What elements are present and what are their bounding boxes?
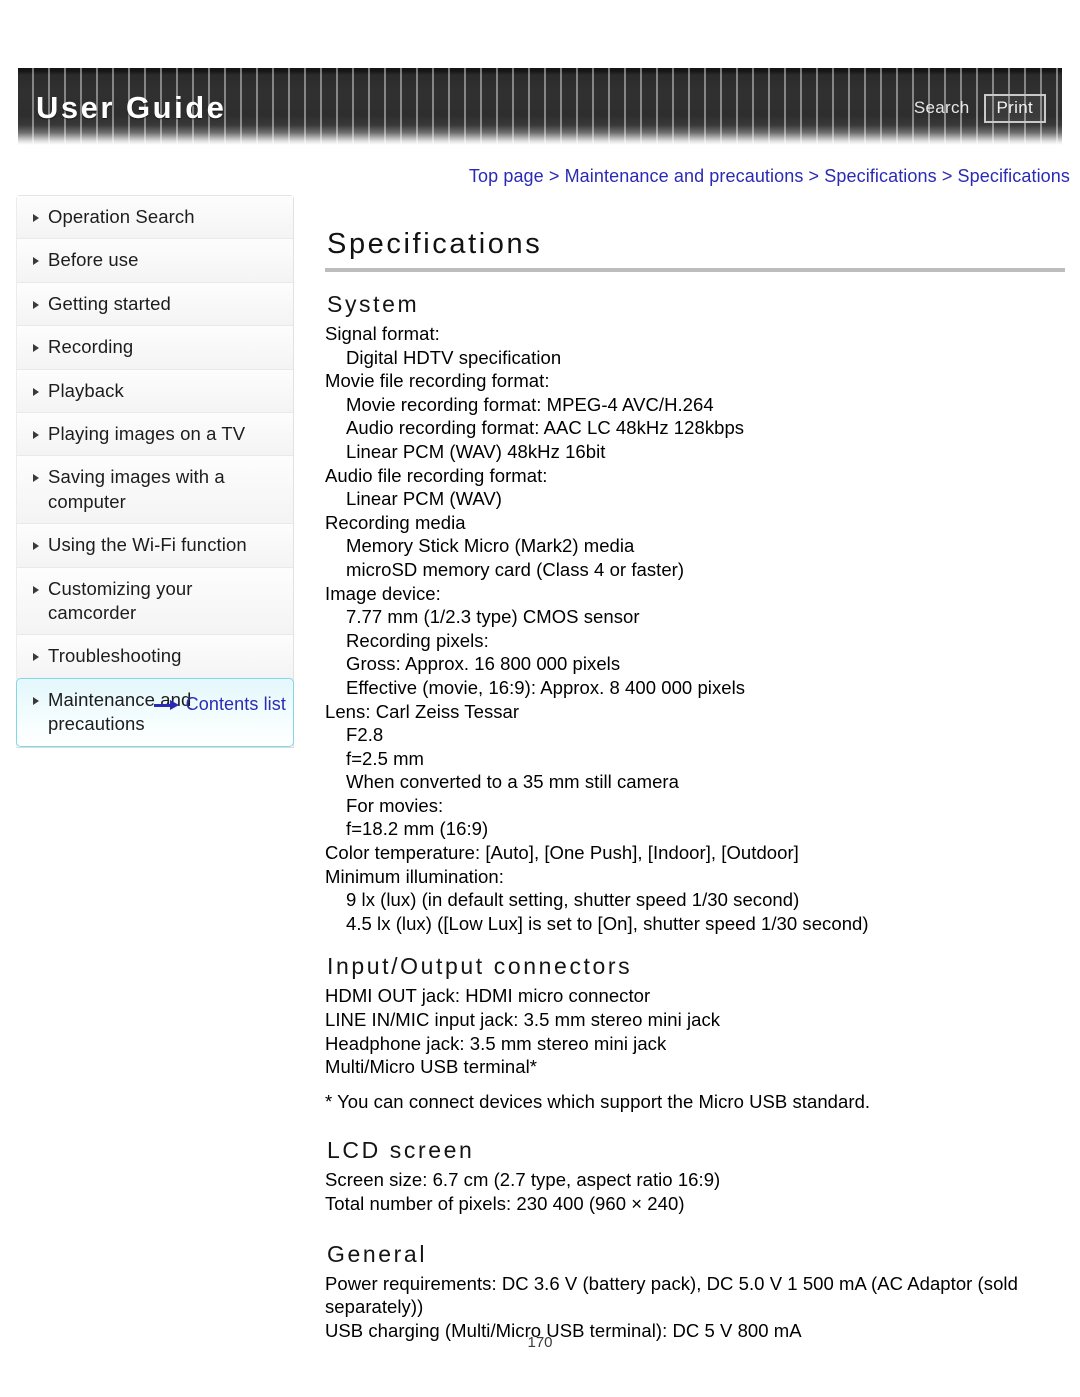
sidebar-item-playing-images-on-a-tv[interactable]: Playing images on a TV bbox=[17, 413, 293, 457]
spec-line: Power requirements: DC 3.6 V (battery pa… bbox=[325, 1272, 1018, 1318]
spec-section: System Signal format: Digital HDTV specifi… bbox=[325, 291, 1067, 935]
spec-line: Signal format: bbox=[325, 323, 440, 344]
spec-line: Multi/Micro USB terminal* bbox=[325, 1056, 537, 1078]
breadcrumb[interactable]: Top page > Maintenance and precautions >… bbox=[325, 166, 1070, 187]
spec-line: 7.77 mm (1/2.3 type) CMOS sensor bbox=[346, 606, 640, 628]
contents-list-row: Contents list bbox=[16, 694, 294, 715]
sidebar-item-label: Playing images on a TV bbox=[48, 423, 246, 445]
sidebar-item-label: Recording bbox=[48, 336, 134, 358]
spec-line: Memory Stick Micro (Mark2) media bbox=[346, 535, 635, 557]
sidebar-item-label: Customizing your camcorder bbox=[48, 577, 193, 624]
spec-line: Audio file recording format: bbox=[325, 464, 548, 486]
spec-line: Recording pixels: bbox=[346, 629, 489, 651]
spec-line: microSD memory card (Class 4 or faster) bbox=[346, 558, 685, 580]
section-heading: Input/Output connectors bbox=[327, 953, 633, 980]
spec-line: For movies: bbox=[346, 794, 444, 816]
header-actions: Search Print bbox=[914, 94, 1046, 123]
triangle-bullet-icon bbox=[33, 300, 39, 309]
triangle-bullet-icon bbox=[33, 653, 39, 662]
spec-line: Recording media bbox=[325, 511, 466, 533]
section-heading: LCD screen bbox=[327, 1137, 475, 1164]
sidebar-item-recording[interactable]: Recording bbox=[17, 326, 293, 370]
spec-line: Digital HDTV specification bbox=[346, 346, 562, 368]
spec-line: Effective (movie, 16:9): Approx. 8 400 0… bbox=[346, 676, 746, 698]
sidebar-item-label: Troubleshooting bbox=[48, 645, 182, 667]
sidebar-item-label: Before use bbox=[48, 249, 139, 271]
spec-line: Screen size: 6.7 cm (2.7 type, aspect ra… bbox=[325, 1169, 721, 1191]
sidebar-item-operation-search[interactable]: Operation Search bbox=[17, 196, 293, 240]
triangle-bullet-icon bbox=[33, 474, 39, 483]
sidebar-item-customizing-your-camcorder[interactable]: Customizing your camcorder bbox=[17, 567, 293, 636]
spec-line: F2.8 bbox=[346, 724, 384, 746]
spec-line: LINE IN/MIC input jack: 3.5 mm stereo mi… bbox=[325, 1009, 721, 1031]
sidebar-item-saving-images-with-a-computer[interactable]: Saving images with a computer bbox=[17, 456, 293, 525]
triangle-bullet-icon bbox=[33, 344, 39, 353]
triangle-bullet-icon bbox=[33, 585, 39, 594]
spec-line: Linear PCM (WAV) bbox=[346, 488, 503, 510]
spec-line: f=18.2 mm (16:9) bbox=[346, 818, 489, 840]
spec-sections: System Signal format: Digital HDTV specifi… bbox=[325, 291, 1067, 1342]
sidebar-item-troubleshooting[interactable]: Troubleshooting bbox=[17, 635, 293, 679]
sidebar-item-label: Playback bbox=[48, 379, 124, 401]
spec-line: Audio recording format: AAC LC 48kHz 128… bbox=[346, 417, 745, 439]
spec-line: Gross: Approx. 16 800 000 pixels bbox=[346, 653, 621, 675]
spec-footnote: * You can connect devices which support … bbox=[325, 1090, 871, 1112]
spec-line: HDMI OUT jack: HDMI micro connector bbox=[325, 985, 651, 1007]
spec-line: Total number of pixels: 230 400 (960 × 2… bbox=[325, 1193, 685, 1214]
sidebar-item-label: Getting started bbox=[48, 292, 171, 314]
sidebar-item-label: Saving images with a computer bbox=[48, 466, 225, 512]
page-number: 170 bbox=[527, 1334, 553, 1351]
page-brand-title: User Guide bbox=[36, 90, 227, 125]
spec-section: LCD screen Screen size: 6.7 cm (2.7 type,… bbox=[325, 1137, 1067, 1215]
spec-line: Image device: bbox=[325, 582, 441, 604]
page-title: Specifications bbox=[327, 228, 543, 260]
sidebar-item-label: Operation Search bbox=[48, 206, 195, 227]
search-link[interactable]: Search bbox=[914, 98, 970, 118]
sidebar-item-getting-started[interactable]: Getting started bbox=[17, 282, 293, 327]
print-button[interactable]: Print bbox=[983, 94, 1046, 123]
triangle-bullet-icon bbox=[33, 431, 39, 440]
main-content: Specifications System Signal format: Digit… bbox=[325, 228, 1067, 1360]
spec-line: 9 lx (lux) (in default setting, shutter … bbox=[346, 889, 800, 911]
sidebar-item-playback[interactable]: Playback bbox=[17, 369, 293, 414]
spec-line: Linear PCM (WAV) 48kHz 16bit bbox=[346, 440, 606, 462]
spec-line: Minimum illumination: bbox=[325, 865, 504, 887]
sidebar-item-label: Using the Wi-Fi function bbox=[48, 534, 247, 556]
sidebar-item-before-use[interactable]: Before use bbox=[17, 239, 293, 283]
triangle-bullet-icon bbox=[33, 214, 39, 222]
spec-line: Movie recording format: MPEG-4 AVC/H.264 bbox=[346, 393, 714, 415]
spec-line: f=2.5 mm bbox=[346, 747, 425, 769]
sidebar-item-using-the-wi-fi-function[interactable]: Using the Wi-Fi function bbox=[17, 524, 293, 568]
app-header: User Guide Search Print bbox=[18, 68, 1062, 145]
triangle-bullet-icon bbox=[33, 542, 39, 551]
triangle-bullet-icon bbox=[33, 257, 39, 266]
section-heading: General bbox=[327, 1240, 428, 1267]
spec-line: Headphone jack: 3.5 mm stereo mini jack bbox=[325, 1032, 667, 1054]
contents-list-link[interactable]: Contents list bbox=[186, 694, 286, 715]
spec-line: Color temperature: [Auto], [One Push], [… bbox=[325, 842, 799, 864]
triangle-bullet-icon bbox=[33, 387, 39, 396]
arrow-right-icon bbox=[153, 699, 180, 711]
section-heading: System bbox=[327, 291, 420, 317]
spec-line: Movie file recording format: bbox=[325, 370, 550, 392]
title-divider bbox=[325, 268, 1065, 272]
sidebar-nav: Operation Search Before use Getting starte… bbox=[16, 195, 294, 748]
spec-line: When converted to a 35 mm still camera bbox=[346, 771, 679, 793]
spec-line: Lens: Carl Zeiss Tessar bbox=[325, 700, 520, 722]
spec-section: Input/Output connectors HDMI OUT jack: HD… bbox=[325, 953, 1067, 1113]
spec-section: General Power requirements: DC 3.6 V (bat… bbox=[325, 1241, 1067, 1343]
spec-line: 4.5 lx (lux) ([Low Lux] is set to [On], … bbox=[346, 912, 869, 934]
